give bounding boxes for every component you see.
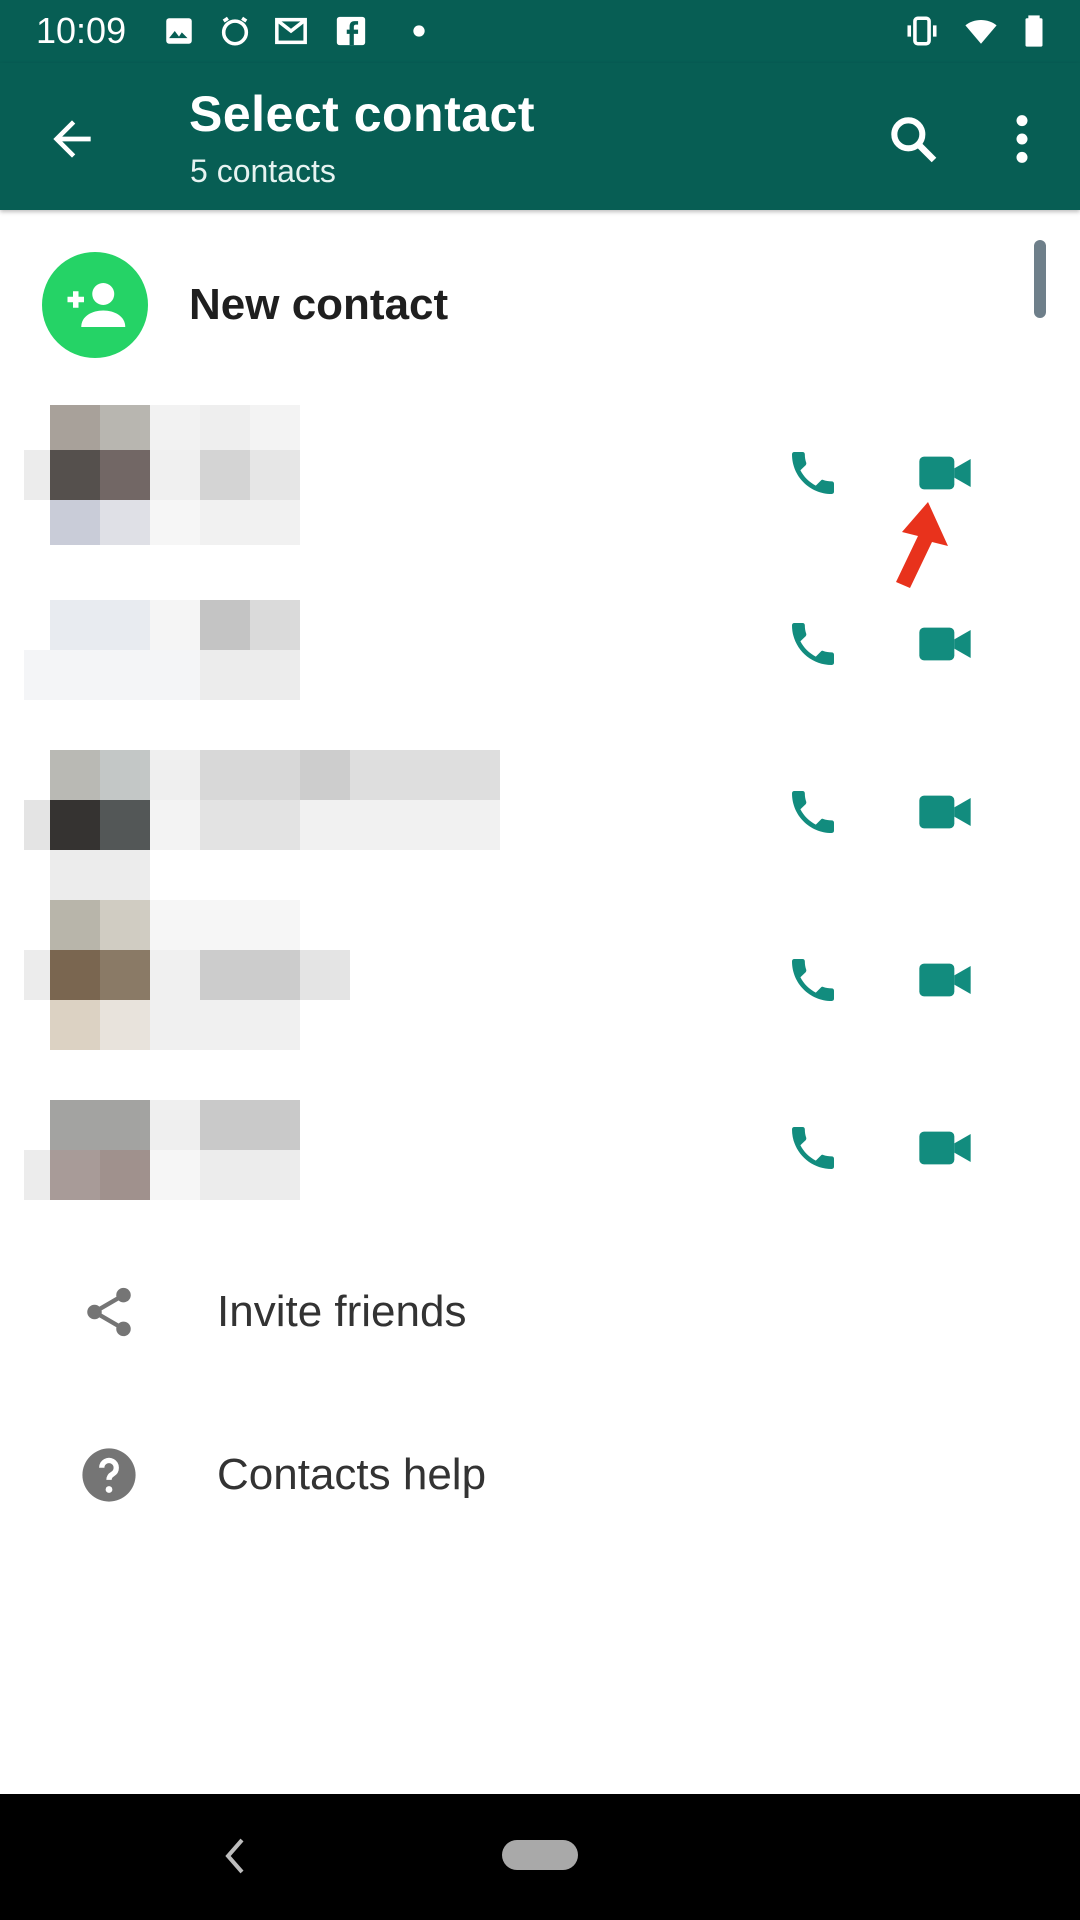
invite-friends-item[interactable]: Invite friends xyxy=(0,1247,1080,1377)
redacted-contact xyxy=(24,405,324,545)
nav-back-icon[interactable] xyxy=(220,1834,250,1878)
video-call-icon[interactable] xyxy=(916,616,974,672)
add-person-icon xyxy=(67,283,126,327)
gmail-icon xyxy=(275,17,307,45)
video-call-icon[interactable] xyxy=(916,952,974,1008)
help-icon xyxy=(82,1448,136,1502)
contacts-count: 5 contacts xyxy=(190,153,336,189)
video-call-icon[interactable] xyxy=(916,445,974,501)
page-title: Select contact xyxy=(189,86,536,142)
phone-icon[interactable] xyxy=(785,952,841,1008)
phone-icon[interactable] xyxy=(785,616,841,672)
alarm-icon xyxy=(221,16,249,46)
annotation-arrow xyxy=(896,502,948,588)
share-icon xyxy=(87,1287,131,1337)
new-contact-item[interactable]: New contact xyxy=(0,240,1020,370)
new-contact-avatar xyxy=(42,252,148,358)
phone-icon[interactable] xyxy=(785,445,841,501)
facebook-icon xyxy=(336,16,366,46)
contact-row[interactable] xyxy=(0,900,1080,1050)
status-bar: 10:09 xyxy=(0,0,1080,63)
redacted-contact xyxy=(24,600,324,740)
back-arrow-icon[interactable] xyxy=(44,111,100,167)
new-contact-label: New contact xyxy=(189,280,449,329)
contacts-help-item[interactable]: Contacts help xyxy=(0,1410,1080,1540)
status-time: 10:09 xyxy=(36,10,127,51)
search-icon[interactable] xyxy=(885,111,941,167)
video-call-icon[interactable] xyxy=(916,784,974,840)
contacts-help-label: Contacts help xyxy=(217,1450,487,1499)
phone-icon[interactable] xyxy=(785,784,841,840)
wifi-icon xyxy=(965,20,997,44)
more-vert-icon[interactable] xyxy=(1000,109,1044,169)
contact-row[interactable] xyxy=(0,1100,1080,1250)
nav-home-button[interactable] xyxy=(502,1840,578,1870)
invite-friends-label: Invite friends xyxy=(217,1287,467,1336)
redacted-contact xyxy=(24,1100,324,1240)
contact-row[interactable] xyxy=(0,600,1080,750)
video-call-icon[interactable] xyxy=(916,1120,974,1176)
vibrate-icon xyxy=(907,16,937,46)
image-icon xyxy=(166,18,192,44)
scrollbar[interactable] xyxy=(1034,240,1046,318)
redacted-contact xyxy=(24,900,350,1050)
battery-icon xyxy=(1025,15,1043,47)
phone-icon[interactable] xyxy=(785,1120,841,1176)
redacted-contact xyxy=(24,750,504,900)
navigation-bar xyxy=(0,1794,1080,1920)
contact-row[interactable] xyxy=(0,750,1080,900)
dot-icon xyxy=(413,25,425,37)
app-bar: Select contact 5 contacts xyxy=(0,63,1080,210)
